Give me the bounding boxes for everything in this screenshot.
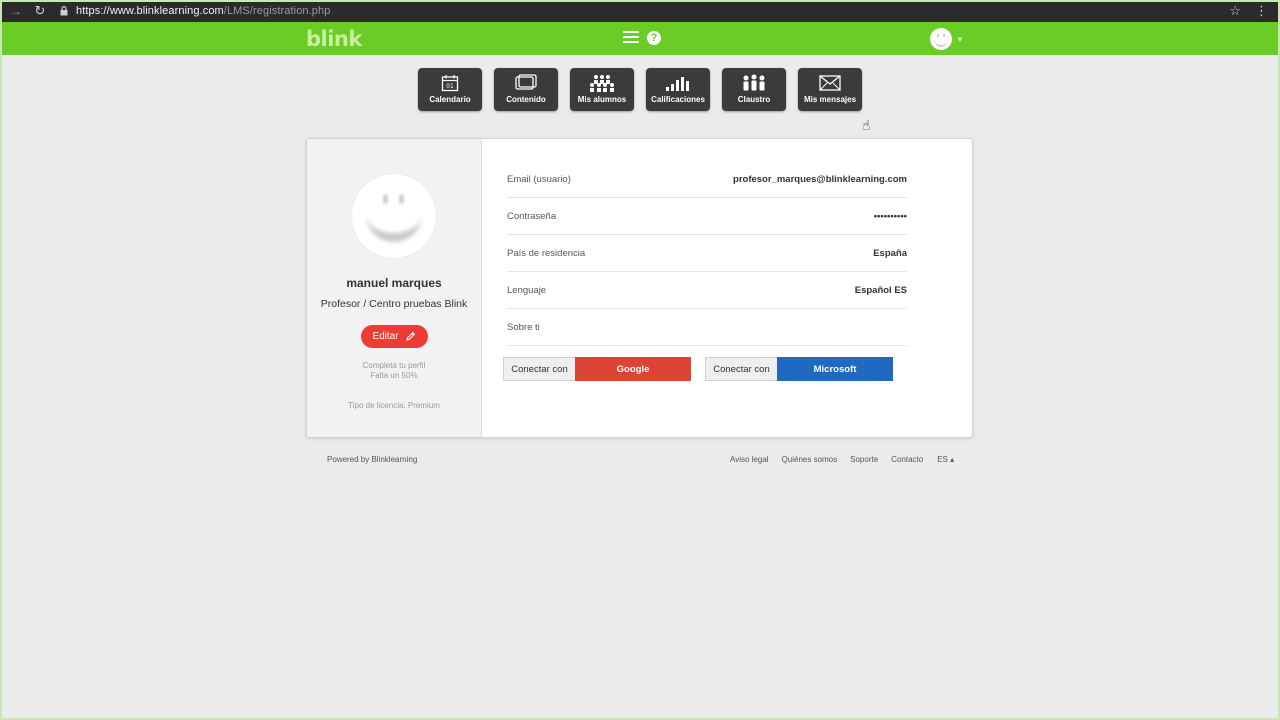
tile-claustro[interactable]: Claustro	[722, 68, 786, 111]
students-icon	[590, 75, 614, 92]
field-label: Sobre ti	[507, 321, 540, 333]
tile-label: Claustro	[737, 95, 771, 104]
footer-link-soporte[interactable]: Soporte	[850, 455, 878, 464]
tile-label: Contenido	[506, 95, 546, 104]
field-row-country: País de residencia España	[507, 235, 907, 272]
progress-line-2: Falta un 50%	[370, 371, 418, 380]
app-header: blink ? ▼	[2, 22, 1278, 55]
blink-logo[interactable]: blink	[306, 27, 362, 51]
field-value: España	[873, 247, 907, 259]
field-row-language: Lenguaje Español ES	[507, 272, 907, 309]
connect-prefix: Conectar con	[705, 357, 777, 381]
field-label: País de residencia	[507, 247, 586, 259]
url-path: /LMS/registration.php	[223, 5, 331, 17]
profile-card: manuel marques Profesor / Centro pruebas…	[306, 138, 973, 438]
tile-mis-alumnos[interactable]: Mis alumnos	[570, 68, 634, 111]
language-selector[interactable]: ES ▴	[937, 455, 954, 464]
tile-label: Calificaciones	[651, 95, 705, 104]
browser-toolbar: → ↻ https://www.blinklearning.com/LMS/re…	[0, 0, 1280, 22]
profile-avatar[interactable]	[352, 174, 436, 258]
field-value: profesor_marques@blinklearning.com	[733, 173, 907, 185]
connect-google-button[interactable]: Conectar con Google	[503, 357, 691, 381]
edit-button-label: Editar	[372, 331, 399, 342]
url-host: https://www.blinklearning.com	[76, 5, 224, 17]
field-row-email: Email (usuario) profesor_marques@blinkle…	[507, 161, 907, 198]
calendar-day: 01	[446, 83, 454, 90]
lock-icon	[60, 6, 72, 16]
footer-link-quienes-somos[interactable]: Quiénes somos	[782, 455, 838, 464]
browser-menu-icon[interactable]: ⋮	[1255, 3, 1268, 19]
license-type: Tipo de licencia: Premium	[348, 401, 440, 410]
help-icon[interactable]: ?	[647, 31, 661, 45]
field-label: Lenguaje	[507, 284, 547, 296]
pencil-icon	[405, 331, 415, 341]
field-value: ••••••••••	[873, 210, 907, 222]
staff-icon	[743, 74, 765, 91]
user-menu[interactable]: ▼	[930, 28, 964, 50]
field-label: Contraseña	[507, 210, 557, 222]
address-bar[interactable]: https://www.blinklearning.com/LMS/regist…	[76, 5, 330, 17]
profile-name: manuel marques	[346, 276, 442, 290]
edit-profile-button[interactable]: Editar	[360, 325, 428, 348]
field-value: Español ES	[854, 284, 907, 296]
tile-label: Mis alumnos	[577, 95, 627, 104]
grades-icon	[666, 77, 689, 91]
footer-link-aviso-legal[interactable]: Aviso legal	[730, 455, 769, 464]
google-label: Google	[575, 357, 691, 381]
progress-line-1: Completa tu perfil	[362, 361, 426, 370]
field-label: Email (usuario)	[507, 173, 571, 185]
field-row-password: Contraseña ••••••••••	[507, 198, 907, 235]
tile-label: Mis mensajes	[803, 95, 857, 104]
tile-calendario[interactable]: 01 Calendario	[418, 68, 482, 111]
user-avatar[interactable]	[930, 28, 952, 50]
field-row-about: Sobre ti	[507, 309, 907, 346]
envelope-icon	[819, 75, 841, 91]
content-icon	[515, 74, 537, 90]
social-connect: Conectar con Google Conectar con Microso…	[503, 357, 907, 381]
footer-link-contacto[interactable]: Contacto	[891, 455, 923, 464]
hand-cursor-icon: ☝	[862, 117, 871, 133]
profile-details: Email (usuario) profesor_marques@blinkle…	[482, 139, 972, 437]
connect-prefix: Conectar con	[503, 357, 575, 381]
main-toolbar: 01 Calendario Contenido Mis alumnos Cali…	[418, 68, 862, 111]
chevron-down-icon[interactable]: ▼	[956, 35, 964, 44]
profile-progress: Completa tu perfil Falta un 50%	[363, 361, 426, 381]
connect-microsoft-button[interactable]: Conectar con Microsoft	[705, 357, 893, 381]
tile-label: Calendario	[429, 95, 471, 104]
microsoft-label: Microsoft	[777, 357, 893, 381]
tile-contenido[interactable]: Contenido	[494, 68, 558, 111]
tile-mis-mensajes[interactable]: Mis mensajes	[798, 68, 862, 111]
hamburger-menu-icon[interactable]	[623, 31, 639, 45]
profile-summary: manuel marques Profesor / Centro pruebas…	[307, 139, 482, 437]
bookmark-star-icon[interactable]: ☆	[1229, 3, 1241, 19]
tile-calificaciones[interactable]: Calificaciones	[646, 68, 710, 111]
footer-links: Aviso legal Quiénes somos Soporte Contac…	[730, 455, 954, 464]
profile-role: Profesor / Centro pruebas Blink	[320, 298, 468, 310]
reload-icon[interactable]: ↻	[30, 3, 50, 19]
forward-arrow-icon[interactable]: →	[8, 4, 24, 18]
calendar-icon: 01	[441, 75, 459, 92]
powered-by: Powered by Blinklearning	[327, 455, 418, 464]
